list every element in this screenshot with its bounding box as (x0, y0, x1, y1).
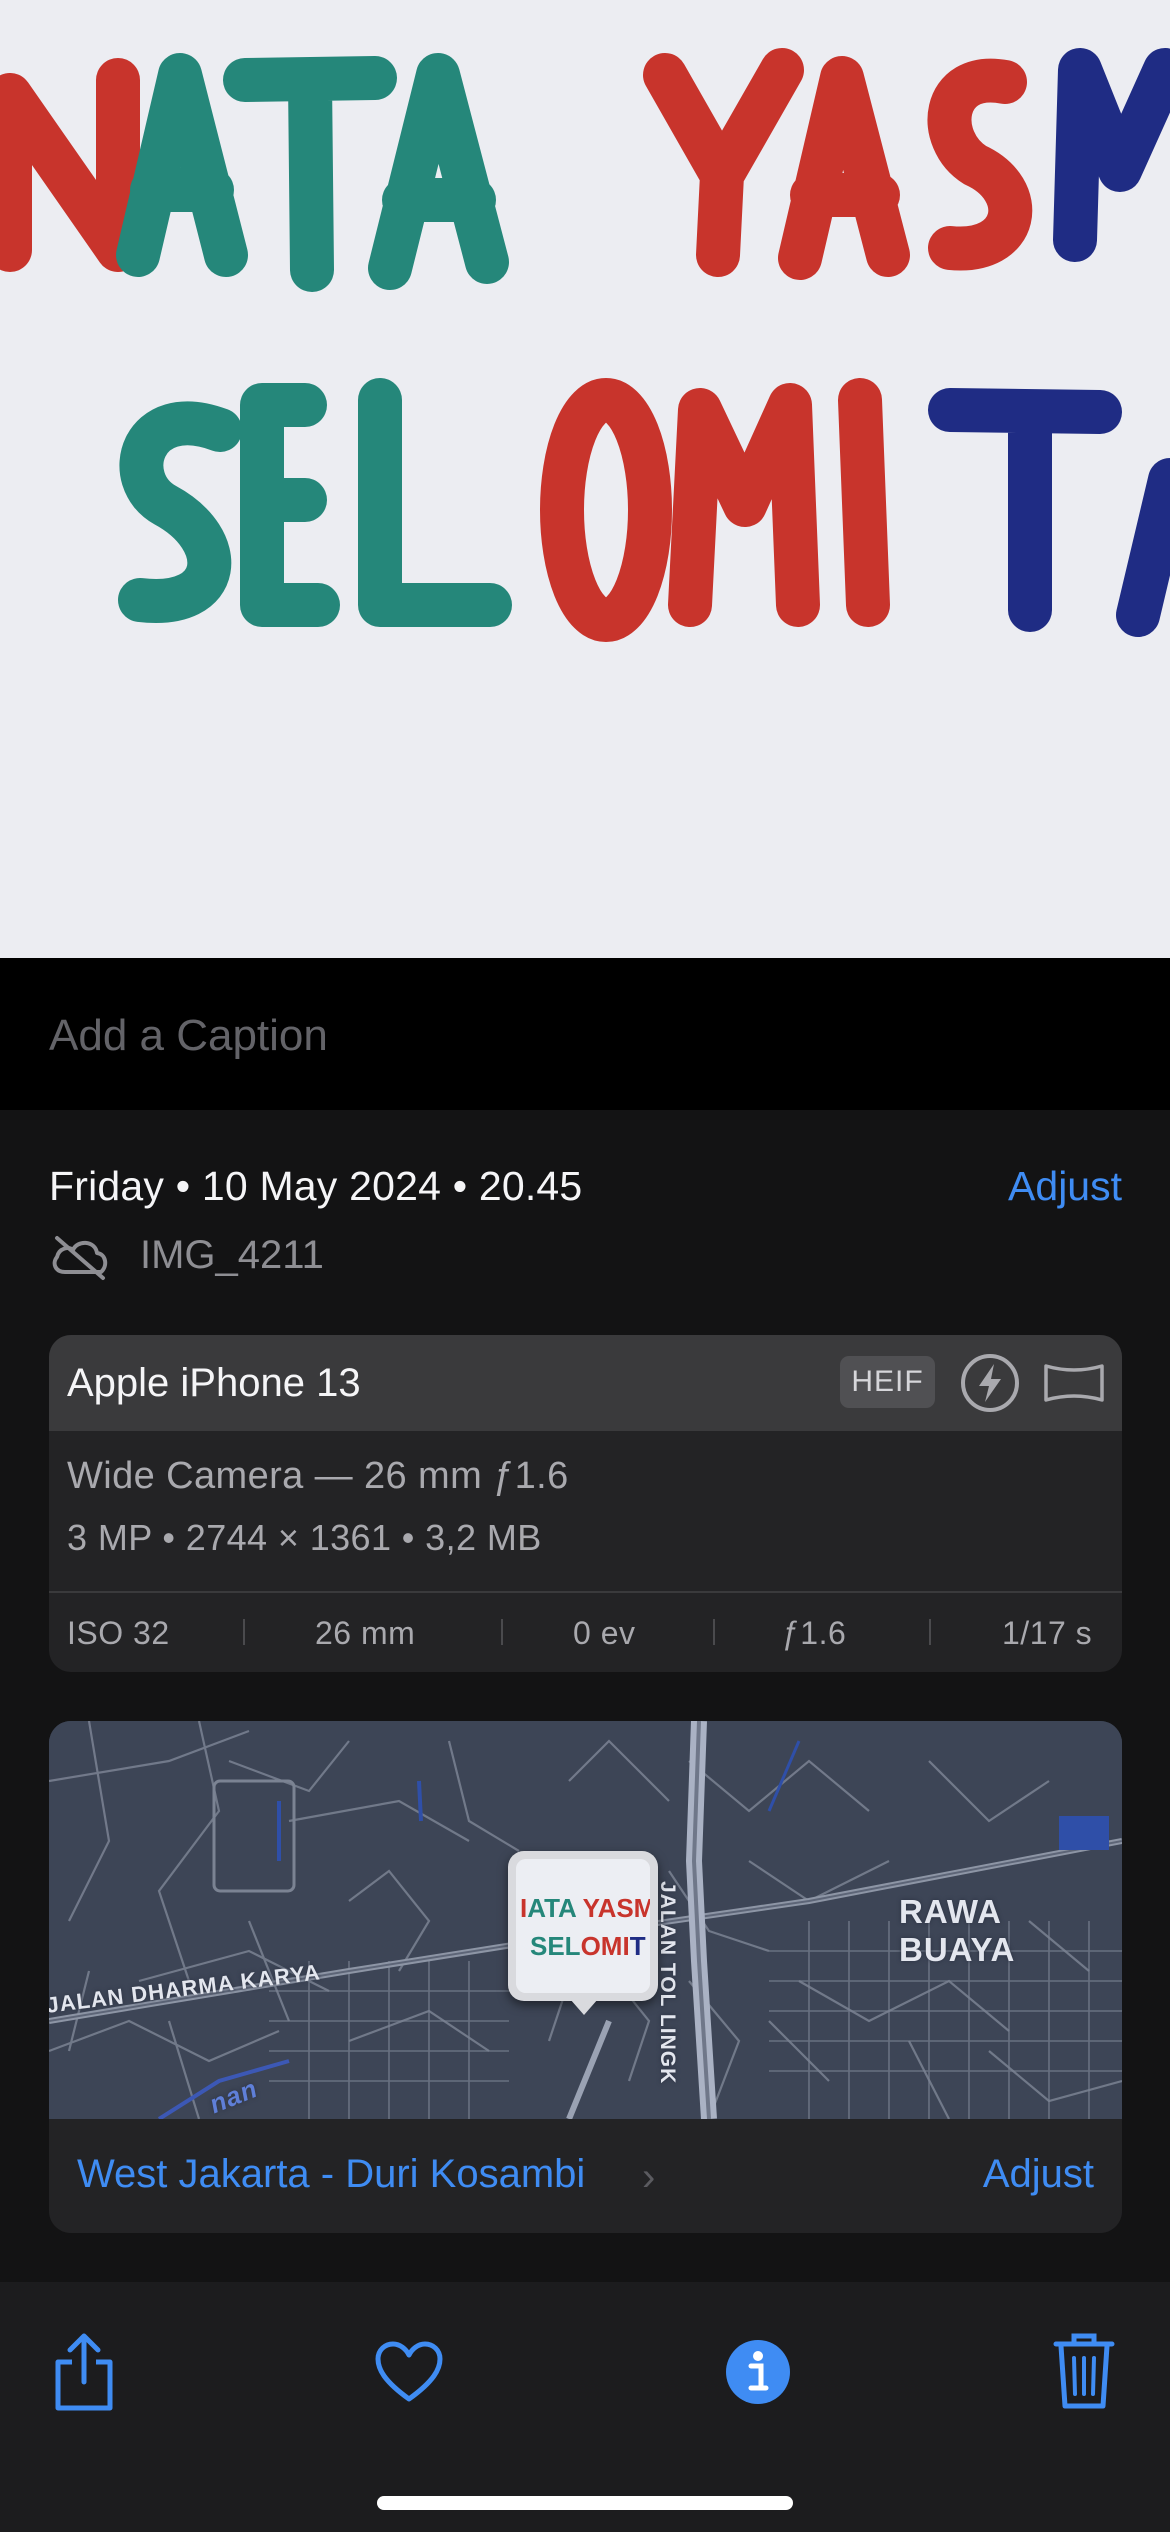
caption-input[interactable] (49, 1008, 1049, 1064)
info-icon (726, 2340, 790, 2404)
camera-info-card: Apple iPhone 13 HEIF Wide Camera — 26 mm… (49, 1335, 1122, 1672)
exif-shutter-speed: 1/17 s (1002, 1615, 1093, 1651)
panorama-aspect-icon (1042, 1360, 1106, 1411)
exif-focal-length: 26 mm (315, 1615, 416, 1651)
location-map[interactable]: RAWA BUAYA JALAN DHARMA KARYA JALAN TOL … (49, 1721, 1122, 2119)
chevron-right-icon: › (642, 2155, 656, 2199)
divider (929, 1619, 931, 1645)
map-label-highway: JALAN TOL LINGK (656, 1881, 679, 2085)
svg-text:SELOMIT: SELOMIT (530, 1931, 646, 1961)
photo-location-pin[interactable]: IATA YASM SELOMIT (508, 1851, 658, 2001)
share-button[interactable] (34, 2322, 134, 2422)
pin-tail (570, 1999, 598, 2015)
date-adjust-button[interactable]: Adjust (1008, 1163, 1122, 1210)
exif-row: ISO 32 26 mm 0 ev ƒ1.6 1/17 s (49, 1591, 1122, 1672)
map-label-area: RAWA BUAYA (899, 1893, 1016, 1968)
trash-icon (1053, 2333, 1115, 2409)
camera-card-header: Apple iPhone 13 HEIF (49, 1335, 1122, 1431)
share-icon (55, 2333, 113, 2411)
photo-viewer[interactable] (0, 0, 1170, 958)
location-adjust-button[interactable]: Adjust (983, 2152, 1094, 2197)
favorite-button[interactable] (359, 2322, 459, 2422)
heart-icon (375, 2341, 443, 2402)
flash-icon (959, 1352, 1021, 1419)
divider (501, 1619, 503, 1645)
pin-thumbnail: IATA YASM SELOMIT (516, 1859, 650, 1993)
location-row[interactable]: West Jakarta - Duri Kosambi › Adjust (49, 2119, 1122, 2233)
file-name: IMG_4211 (140, 1233, 324, 1277)
delete-button[interactable] (1034, 2322, 1134, 2422)
exif-aperture: ƒ1.6 (782, 1615, 847, 1651)
divider (713, 1619, 715, 1645)
svg-text:IATA YASM: IATA YASM (520, 1893, 650, 1923)
device-name: Apple iPhone 13 (67, 1361, 361, 1405)
info-button[interactable] (708, 2322, 808, 2422)
location-card: RAWA BUAYA JALAN DHARMA KARYA JALAN TOL … (49, 1721, 1122, 2233)
exif-exposure-bias: 0 ev (573, 1615, 636, 1651)
handwritten-sign-image (0, 0, 1170, 958)
location-name-link[interactable]: West Jakarta - Duri Kosambi (77, 2152, 585, 2197)
exif-iso: ISO 32 (67, 1615, 170, 1651)
photo-date: Friday • 10 May 2024 • 20.45 (49, 1163, 583, 1209)
lens-info: Wide Camera — 26 mm ƒ1.6 (67, 1455, 569, 1497)
home-indicator[interactable] (377, 2496, 793, 2510)
format-badge: HEIF (840, 1356, 935, 1408)
divider (243, 1619, 245, 1645)
caption-bar (0, 958, 1170, 1110)
cloud-slash-icon (49, 1232, 111, 1287)
image-meta: 3 MP • 2744 × 1361 • 3,2 MB (67, 1517, 542, 1558)
bottom-toolbar (0, 2282, 1170, 2532)
